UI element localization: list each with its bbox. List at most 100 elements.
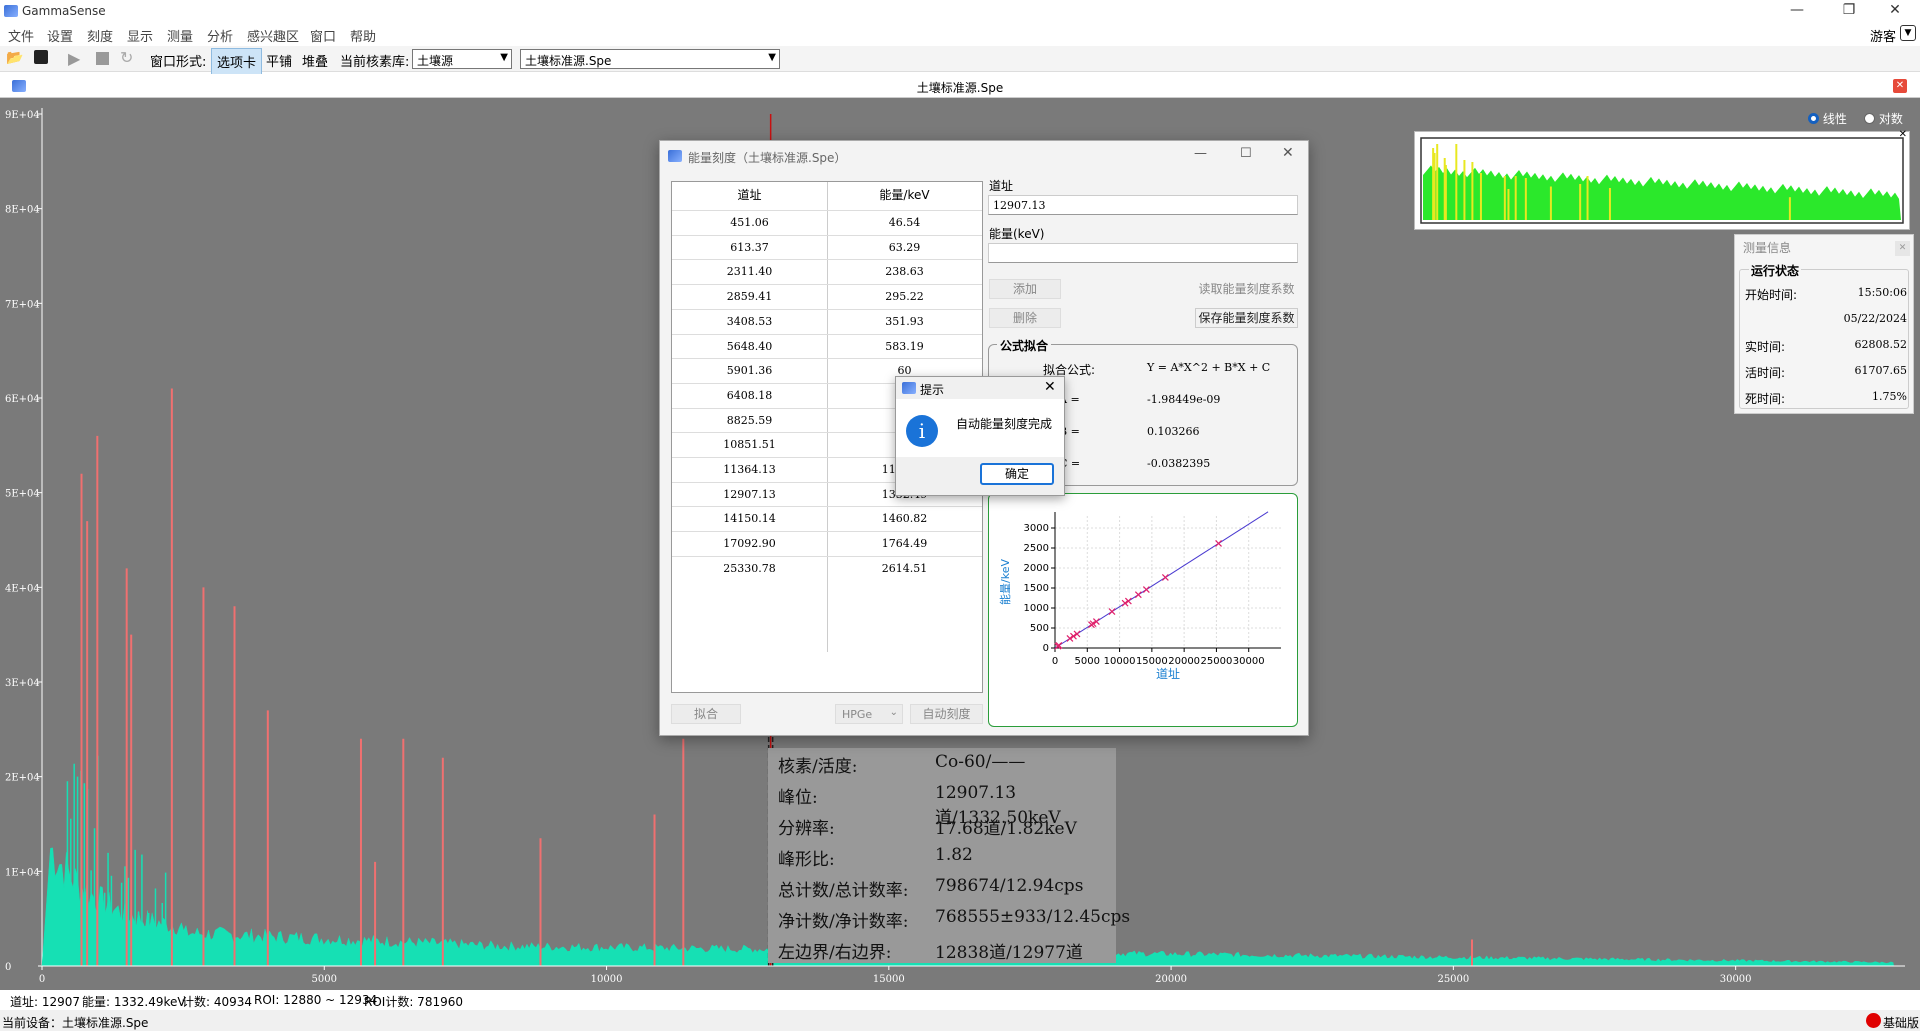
channel-cell[interactable]: 5901.36 [672, 364, 827, 377]
play-icon[interactable]: ▶ [68, 49, 80, 68]
menu-file[interactable]: 文件 [8, 26, 34, 45]
menu-display[interactable]: 显示 [127, 26, 153, 45]
table-header-energy[interactable]: 能量/keV [827, 186, 982, 203]
energy-cell[interactable]: 63.29 [827, 241, 982, 254]
menu-analysis[interactable]: 分析 [207, 26, 233, 45]
channel-cell[interactable]: 17092.90 [672, 537, 827, 550]
table-header-channel[interactable]: 道址 [672, 186, 827, 203]
info-label: 核素/活度: [778, 757, 858, 777]
fit-x-tick-label: 25000 [1201, 656, 1233, 667]
delete-button[interactable]: 删除 [989, 308, 1061, 328]
fit-y-tick-label: 3000 [1024, 523, 1049, 534]
channel-cell[interactable]: 613.37 [672, 241, 827, 254]
ok-button[interactable]: 确定 [980, 463, 1054, 485]
x-tick-label: 5000 [312, 974, 337, 985]
energy-input[interactable] [988, 243, 1298, 263]
channel-cell[interactable]: 451.06 [672, 216, 827, 229]
dialog-close-icon[interactable]: ✕ [1282, 145, 1294, 161]
scale-linear-radio[interactable]: 线性 [1808, 110, 1847, 127]
close-doc-icon[interactable]: ✕ [1893, 79, 1907, 93]
start-time-value: 15:50:06 [1857, 286, 1907, 299]
live-time-value: 61707.65 [1854, 364, 1908, 377]
channel-cell[interactable]: 2859.41 [672, 290, 827, 303]
chevron-down-icon: ▼ [768, 52, 776, 63]
info-label: 净计数/净计数率: [778, 912, 909, 932]
y-tick-label: 2E+04 [5, 773, 40, 784]
energy-cell[interactable]: 351.93 [827, 315, 982, 328]
menu-measure[interactable]: 测量 [167, 26, 193, 45]
spectrum-minimap[interactable]: ✕ [1414, 129, 1910, 230]
menu-window[interactable]: 窗口 [310, 26, 336, 45]
fit-x-label: 道址 [1156, 667, 1180, 681]
mode-tile-button[interactable]: 平铺 [266, 51, 292, 70]
msgbox-icon [902, 382, 916, 394]
close-button[interactable]: ✕ [1872, 0, 1918, 22]
menu-roi[interactable]: 感兴趣区 [247, 26, 299, 45]
read-coeff-button[interactable]: 读取能量刻度系数 [1195, 279, 1298, 299]
file-select[interactable]: 土壤标准源.Spe ▼ [520, 49, 780, 69]
scale-linear-label: 线性 [1822, 112, 1847, 126]
channel-cell[interactable]: 10851.51 [672, 438, 827, 451]
energy-cell[interactable]: 1460.82 [827, 512, 982, 525]
dialog-maximize-icon[interactable]: ☐ [1240, 146, 1252, 161]
x-tick-label: 10000 [591, 974, 623, 985]
y-tick-label: 0 [5, 962, 11, 973]
channel-cell[interactable]: 5648.40 [672, 340, 827, 353]
channel-input[interactable]: 12907.13 [988, 195, 1298, 215]
msgbox-close-icon[interactable]: ✕ [1044, 379, 1056, 395]
y-tick-label: 6E+04 [5, 394, 40, 405]
info-value: Co-60/—— [935, 752, 1026, 772]
menu-calibration[interactable]: 刻度 [87, 26, 113, 45]
info-label: 分辨率: [778, 819, 835, 839]
minimap-svg[interactable] [1415, 132, 1909, 229]
device-label: 当前设备：土壤标准源.Spe [2, 1016, 149, 1030]
save-icon[interactable] [34, 50, 48, 64]
fit-button[interactable]: 拟合 [671, 704, 741, 724]
channel-label: 道址 [989, 179, 1014, 193]
nuclide-lib-select[interactable]: 土壤源 ▼ [412, 49, 512, 69]
energy-cell[interactable]: 238.63 [827, 265, 982, 278]
fit-y-tick-label: 2500 [1024, 543, 1049, 554]
x-tick-label: 25000 [1437, 974, 1469, 985]
auto-calibration-button[interactable]: 自动刻度 [910, 704, 983, 724]
stop-icon[interactable] [96, 52, 109, 65]
energy-cell[interactable]: 1764.49 [827, 537, 982, 550]
energy-cell[interactable]: 295.22 [827, 290, 982, 303]
mode-cascade-button[interactable]: 堆叠 [302, 51, 328, 70]
menu-settings[interactable]: 设置 [47, 26, 73, 45]
fit-x-tick-label: 0 [1052, 656, 1058, 667]
minimap-spectrum [1423, 165, 1901, 220]
channel-cell[interactable]: 6408.18 [672, 389, 827, 402]
user-dropdown-icon[interactable]: ▼ [1900, 25, 1916, 41]
restore-button[interactable]: ❐ [1826, 0, 1872, 22]
add-button[interactable]: 添加 [989, 279, 1061, 299]
refresh-icon[interactable]: ↻ [120, 48, 133, 67]
measure-close-icon[interactable]: ✕ [1895, 241, 1910, 256]
energy-cell[interactable]: 583.19 [827, 340, 982, 353]
channel-cell[interactable]: 14150.14 [672, 512, 827, 525]
detector-select[interactable]: HPGe ⌄ [835, 704, 903, 724]
user-label[interactable]: 游客 [1870, 26, 1896, 45]
energy-cell[interactable]: 46.54 [827, 216, 982, 229]
energy-cell[interactable]: 2614.51 [827, 562, 982, 575]
channel-cell[interactable]: 12907.13 [672, 488, 827, 501]
channel-cell[interactable]: 2311.40 [672, 265, 827, 278]
open-folder-icon[interactable]: 📂 [6, 50, 23, 66]
mode-tabs-button[interactable]: 选项卡 [211, 48, 263, 75]
coef-c-value: -0.0382395 [1147, 457, 1211, 470]
scale-log-radio[interactable]: 对数 [1864, 110, 1903, 127]
channel-cell[interactable]: 8825.59 [672, 414, 827, 427]
info-label: 左边界/右边界: [778, 943, 892, 963]
menu-help[interactable]: 帮助 [350, 26, 376, 45]
save-coeff-button[interactable]: 保存能量刻度系数 [1195, 308, 1298, 328]
channel-cell[interactable]: 25330.78 [672, 562, 827, 575]
channel-cell[interactable]: 11364.13 [672, 463, 827, 476]
channel-cell[interactable]: 3408.53 [672, 315, 827, 328]
minimap-close-icon[interactable]: ✕ [1899, 129, 1907, 140]
dialog-minimize-icon[interactable]: — [1194, 146, 1207, 161]
fit-y-tick-label: 2000 [1024, 563, 1049, 574]
radio-selected-icon [1808, 113, 1819, 124]
fit-point [1215, 539, 1222, 547]
minimize-button[interactable]: — [1774, 0, 1820, 22]
fit-x-tick-label: 10000 [1104, 656, 1136, 667]
